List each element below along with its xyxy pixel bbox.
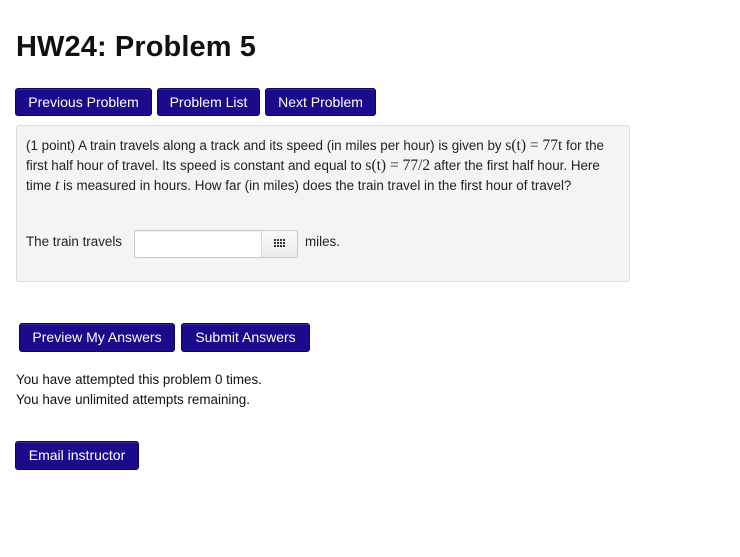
answer-label: The train travels [26,234,123,249]
next-problem-button[interactable]: Next Problem [265,88,376,116]
answer-units: miles. [305,234,340,249]
previous-problem-button[interactable]: Previous Problem [15,88,152,116]
email-instructor-button[interactable]: Email instructor [15,441,139,470]
answer-input[interactable] [135,231,261,257]
problem-text-intro: (1 point) A train travels along a track … [26,138,506,153]
page-title: HW24: Problem 5 [16,31,256,63]
speed-formula-1: s(t) = 77t [505,137,563,154]
problem-panel: (1 point) A train travels along a track … [16,125,630,282]
problem-text-4: is measured in hours. How far (in miles)… [59,178,572,193]
attempts-count-text: You have attempted this problem 0 times. [16,372,262,387]
attempts-info: You have attempted this problem 0 times.… [16,370,262,409]
answer-field [134,230,298,258]
problem-list-button[interactable]: Problem List [157,88,260,116]
grid-icon [274,239,285,247]
equation-editor-button[interactable] [261,231,297,257]
problem-statement: (1 point) A train travels along a track … [26,136,622,196]
speed-formula-2: s(t) = 77/2 [365,157,431,174]
problem-page: HW24: Problem 5 Previous Problem Problem… [0,0,740,557]
attempts-remaining-text: You have unlimited attempts remaining. [16,391,250,407]
submit-answers-button[interactable]: Submit Answers [181,323,310,352]
preview-answers-button[interactable]: Preview My Answers [19,323,175,352]
